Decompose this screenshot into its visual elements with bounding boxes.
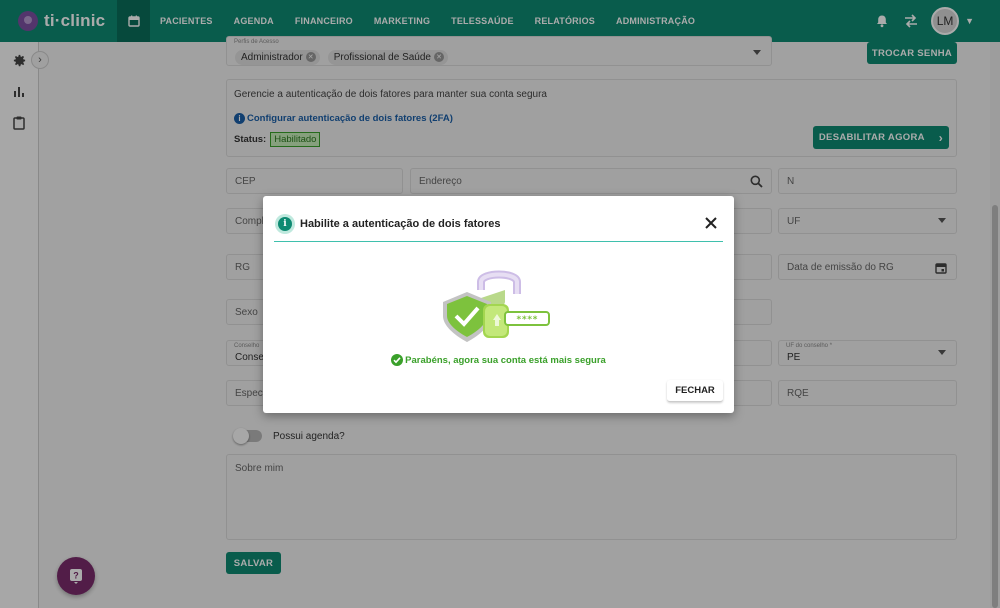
security-lock-illustration: **** [443,270,550,342]
dialog-title: Habilite a autenticação de dois fatores [300,217,501,230]
close-button[interactable]: FECHAR [667,380,723,402]
close-icon[interactable] [704,216,718,230]
password-mask: **** [516,315,538,325]
success-message-text: Parabéns, agora sua conta está mais segu… [405,354,606,366]
two-factor-success-dialog: i Habilite a autenticação de dois fatore… [263,196,734,413]
check-circle-icon [391,354,404,366]
success-message: Parabéns, agora sua conta está mais segu… [263,354,734,366]
dialog-header: i Habilite a autenticação de dois fatore… [274,206,723,242]
info-icon: i [275,213,295,234]
